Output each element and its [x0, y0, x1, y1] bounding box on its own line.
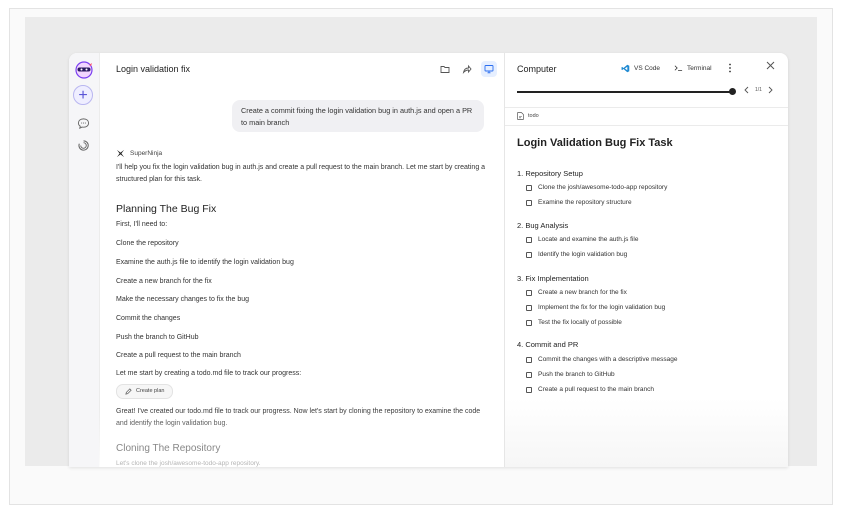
task-item[interactable]: Examine the repository structure — [526, 199, 632, 206]
folder-icon — [440, 66, 450, 73]
task-label: Clone the josh/awesome-todo-app reposito… — [538, 184, 668, 191]
ninja-logo-icon[interactable] — [75, 61, 93, 79]
section-heading: 4. Commit and PR — [517, 340, 579, 349]
app-window: + Login validation fix Create a commit f… — [69, 53, 788, 467]
checkbox[interactable] — [526, 356, 532, 363]
plan-step: Let me start by creating a todo.md file … — [116, 370, 302, 377]
task-label: Create a pull request to the main branch — [538, 386, 654, 393]
task-item[interactable]: Commit the changes with a descriptive me… — [526, 356, 677, 363]
plan-step: Push the branch to GitHub — [116, 334, 199, 341]
computer-pane: Computer VS Code Terminal 1/1 todo Login… — [504, 53, 788, 467]
file-tab-todo[interactable]: todo — [517, 112, 539, 120]
file-tab-label: todo — [528, 113, 539, 119]
close-icon[interactable] — [766, 61, 775, 70]
terminal-tab[interactable]: Terminal — [674, 64, 712, 72]
checkbox[interactable] — [526, 236, 532, 243]
chat-bubble-icon[interactable] — [77, 117, 90, 130]
agent-name: SuperNinja — [130, 150, 163, 157]
computer-tools: VS Code Terminal — [621, 63, 732, 73]
task-item[interactable]: Create a pull request to the main branch — [526, 386, 654, 393]
checkbox[interactable] — [526, 371, 532, 378]
plan-step: Make the necessary changes to fix the bu… — [116, 296, 250, 303]
computer-fade-overlay — [505, 398, 788, 467]
terminal-icon — [674, 65, 683, 71]
task-item[interactable]: Test the fix locally of possible — [526, 319, 622, 326]
computer-view-button[interactable] — [481, 61, 497, 77]
task-label: Commit the changes with a descriptive me… — [538, 356, 678, 363]
agent-label: SuperNinja — [116, 149, 162, 158]
plan-step: Clone the repository — [116, 240, 179, 247]
task-item[interactable]: Implement the fix for the login validati… — [526, 304, 665, 311]
agent-followup: Great! I've created our todo.md file to … — [116, 408, 481, 427]
pager: 1/1 — [744, 86, 773, 94]
terminal-label: Terminal — [687, 64, 712, 72]
task-label: Push the branch to GitHub — [538, 371, 615, 378]
plan-step: Create a new branch for the fix — [116, 278, 212, 285]
plan-step: First, I'll need to: — [116, 221, 168, 228]
chevron-right-icon[interactable] — [768, 86, 773, 94]
task-label: Examine the repository structure — [538, 199, 632, 206]
task-label: Identify the login validation bug — [538, 251, 628, 258]
clone-line: Let's clone the josh/awesome-todo-app re… — [116, 460, 261, 467]
chat-title: Login validation fix — [116, 64, 191, 74]
clone-heading: Cloning The Repository — [116, 443, 221, 454]
timeline-slider-handle[interactable] — [729, 88, 736, 95]
ninja-star-icon — [116, 149, 125, 158]
screenshot-frame: + Login validation fix Create a commit f… — [9, 8, 833, 505]
task-label: Locate and examine the auth.js file — [538, 236, 639, 243]
task-item[interactable]: Push the branch to GitHub — [526, 371, 615, 378]
page-indicator: 1/1 — [755, 87, 762, 93]
checkbox[interactable] — [526, 319, 532, 326]
task-label: Implement the fix for the login validati… — [538, 304, 666, 311]
pencil-icon — [125, 388, 132, 395]
checkbox[interactable] — [526, 304, 532, 311]
plan-heading: Planning The Bug Fix — [116, 203, 217, 215]
plan-step: Create a pull request to the main branch — [116, 352, 241, 359]
file-tab-bar: todo — [505, 107, 788, 126]
section-heading: 3. Fix Implementation — [517, 274, 589, 283]
task-item[interactable]: Create a new branch for the fix — [526, 289, 627, 296]
monitor-icon — [484, 65, 494, 74]
checkbox[interactable] — [526, 289, 532, 296]
agent-intro: I'll help you fix the login validation b… — [116, 164, 486, 183]
section-heading: 1. Repository Setup — [517, 169, 583, 178]
section-heading: 2. Bug Analysis — [517, 221, 569, 230]
plan-step: Commit the changes — [116, 315, 181, 322]
user-message-bubble: Create a commit fixing the login validat… — [232, 100, 484, 132]
task-label: Create a new branch for the fix — [538, 289, 627, 296]
vscode-tab[interactable]: VS Code — [621, 64, 660, 73]
timeline-slider-track[interactable] — [517, 91, 733, 93]
folder-button[interactable] — [437, 61, 453, 77]
share-icon — [462, 64, 472, 74]
doc-title: Login Validation Bug Fix Task — [517, 137, 673, 149]
task-label: Test the fix locally of possible — [538, 319, 622, 326]
new-chat-button[interactable]: + — [73, 85, 93, 105]
more-vertical-icon[interactable] — [728, 63, 732, 73]
plan-step: Examine the auth.js file to identify the… — [116, 259, 294, 266]
chip-label: Create plan — [136, 388, 165, 394]
task-item[interactable]: Locate and examine the auth.js file — [526, 236, 638, 243]
chevron-left-icon[interactable] — [744, 86, 749, 94]
share-button[interactable] — [459, 61, 475, 77]
computer-title: Computer — [517, 64, 557, 74]
task-item[interactable]: Identify the login validation bug — [526, 251, 627, 258]
chat-pane: Login validation fix Create a commit fix… — [99, 53, 504, 467]
left-rail: + — [69, 53, 100, 467]
spinner-icon[interactable] — [77, 139, 90, 152]
create-plan-chip[interactable]: Create plan — [116, 384, 174, 399]
chat-header-actions — [437, 61, 497, 77]
checkbox[interactable] — [526, 251, 532, 258]
vscode-label: VS Code — [634, 64, 661, 72]
task-item[interactable]: Clone the josh/awesome-todo-app reposito… — [526, 184, 667, 191]
file-icon — [517, 112, 524, 120]
checkbox[interactable] — [526, 199, 532, 206]
checkbox[interactable] — [526, 386, 532, 393]
chat-header: Login validation fix — [99, 53, 504, 85]
checkbox[interactable] — [526, 184, 532, 191]
vscode-icon — [621, 64, 630, 72]
